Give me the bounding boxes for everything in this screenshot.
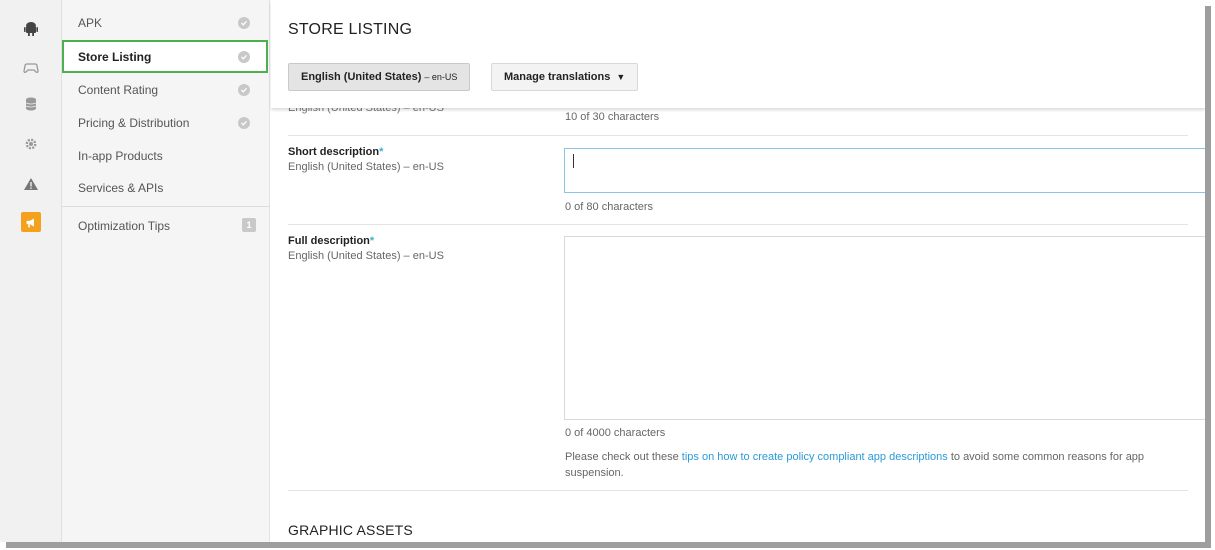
full-description-label: Full description*: [288, 235, 375, 247]
sticky-header: STORE LISTING English (United States) – …: [271, 0, 1205, 108]
language-button[interactable]: English (United States) – en-US: [288, 63, 471, 91]
gamepad-icon[interactable]: [0, 54, 62, 82]
database-icon[interactable]: [0, 90, 62, 118]
sidebar-item-in-app-products[interactable]: In-app Products: [62, 141, 268, 171]
policy-note-prefix: Please check out these: [565, 451, 682, 463]
warning-icon[interactable]: [0, 170, 62, 198]
full-description-language: English (United States) – en-US: [288, 250, 444, 262]
icon-rail: [0, 0, 62, 542]
sidebar-item-optimization-tips[interactable]: Optimization Tips 1: [62, 211, 268, 241]
sidebar-item-pricing-distribution[interactable]: Pricing & Distribution: [62, 108, 268, 138]
sidebar-item-label: Services & APIs: [78, 181, 164, 195]
check-icon: [238, 84, 250, 96]
short-description-language: English (United States) – en-US: [288, 161, 444, 173]
megaphone-icon[interactable]: [0, 208, 62, 236]
check-icon: [238, 17, 250, 29]
policy-note: Please check out these tips on how to cr…: [565, 449, 1205, 481]
divider: [288, 135, 1188, 136]
gear-icon[interactable]: [0, 130, 62, 158]
android-icon[interactable]: [0, 14, 62, 42]
manage-translations-button[interactable]: Manage translations ▼: [491, 63, 639, 91]
required-mark: *: [369, 235, 375, 247]
full-description-counter: 0 of 4000 characters: [565, 427, 666, 439]
policy-tips-link[interactable]: tips on how to create policy compliant a…: [682, 451, 948, 463]
language-button-label: English (United States): [301, 71, 422, 83]
short-description-input[interactable]: [564, 148, 1205, 193]
sidebar-divider: [62, 206, 270, 207]
tips-count-badge: 1: [242, 218, 256, 232]
short-description-label: Short description*: [288, 146, 384, 158]
sidebar-item-label: Content Rating: [78, 83, 159, 97]
sidebar-nav: APK Store Listing Content Rating Pricing…: [62, 0, 270, 542]
sidebar-item-store-listing[interactable]: Store Listing: [62, 40, 268, 73]
sidebar-item-label: In-app Products: [78, 149, 163, 163]
language-button-code: – en-US: [424, 72, 458, 82]
title-counter: 10 of 30 characters: [565, 111, 660, 123]
full-description-textarea[interactable]: [564, 236, 1205, 420]
short-description-counter: 0 of 80 characters: [565, 201, 654, 213]
graphic-assets-title: GRAPHIC ASSETS: [288, 522, 413, 538]
sidebar-item-label: Optimization Tips: [78, 219, 171, 233]
sidebar-item-content-rating[interactable]: Content Rating: [62, 75, 268, 105]
sidebar-item-label: Pricing & Distribution: [78, 116, 190, 130]
sidebar-item-label: Store Listing: [78, 49, 152, 64]
text-cursor: [573, 154, 574, 168]
check-icon: [238, 117, 250, 129]
main-panel: STORE LISTING English (United States) – …: [271, 0, 1205, 542]
sidebar-item-apk[interactable]: APK: [62, 8, 268, 38]
page-title: STORE LISTING: [288, 21, 413, 38]
divider: [288, 490, 1188, 491]
manage-translations-label: Manage translations: [504, 71, 611, 83]
divider: [288, 224, 1188, 225]
sidebar-item-label: APK: [78, 16, 103, 30]
sidebar-item-services-apis[interactable]: Services & APIs: [62, 173, 268, 203]
caret-down-icon: ▼: [616, 72, 626, 82]
app-window: APK Store Listing Content Rating Pricing…: [0, 0, 1205, 542]
check-icon: [238, 50, 250, 63]
required-mark: *: [379, 146, 384, 158]
